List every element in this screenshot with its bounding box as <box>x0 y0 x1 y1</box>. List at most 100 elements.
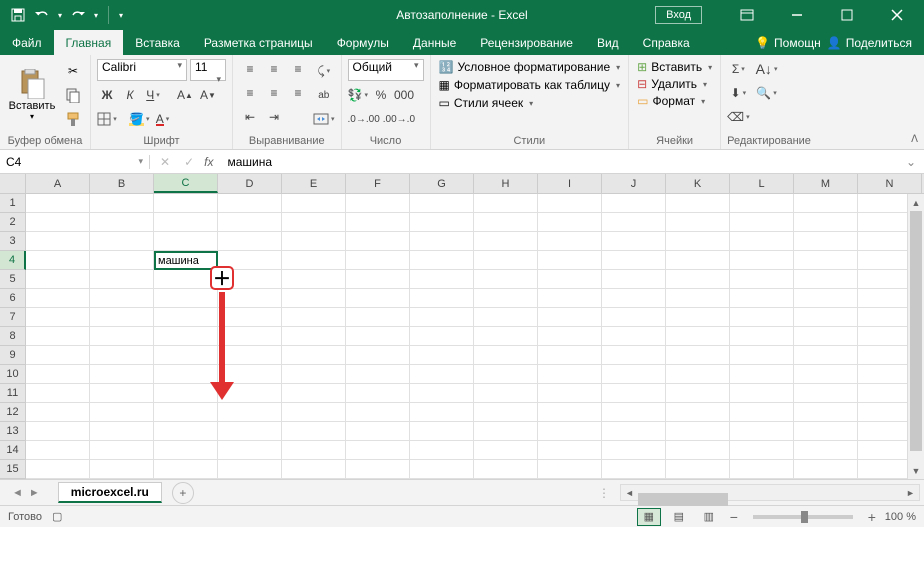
cell[interactable] <box>794 213 858 232</box>
row-header[interactable]: 11 <box>0 384 26 403</box>
cell[interactable] <box>346 289 410 308</box>
sheet-nav-prev-icon[interactable]: ◄ <box>12 487 23 499</box>
cell[interactable] <box>282 289 346 308</box>
tab-help[interactable]: Справка <box>631 30 702 55</box>
cell[interactable] <box>218 194 282 213</box>
row-header[interactable]: 13 <box>0 422 26 441</box>
zoom-slider[interactable] <box>753 515 853 519</box>
collapse-ribbon-icon[interactable]: ᐱ <box>911 134 918 145</box>
wrap-text-button[interactable]: ab <box>313 85 335 105</box>
select-all-corner[interactable] <box>0 174 26 193</box>
cell[interactable] <box>346 403 410 422</box>
enter-formula-icon[interactable]: ✓ <box>184 155 194 169</box>
expand-formula-bar-icon[interactable]: ⌄ <box>898 155 924 169</box>
name-box[interactable]: C4▾ <box>0 155 150 169</box>
row-header[interactable]: 14 <box>0 441 26 460</box>
find-select-icon[interactable]: 🔍 <box>756 83 776 103</box>
cell[interactable] <box>474 270 538 289</box>
cell[interactable] <box>602 384 666 403</box>
cell[interactable] <box>26 441 90 460</box>
maximize-icon[interactable] <box>824 0 870 30</box>
cell[interactable] <box>346 441 410 460</box>
fill-color-button[interactable]: 🪣 <box>129 109 149 129</box>
cell[interactable] <box>154 308 218 327</box>
share-button[interactable]: 👤Поделиться <box>827 36 912 50</box>
cell[interactable] <box>602 441 666 460</box>
tab-file[interactable]: Файл <box>0 30 54 55</box>
italic-button[interactable]: К <box>120 85 140 105</box>
cell[interactable] <box>282 213 346 232</box>
cell[interactable] <box>154 232 218 251</box>
cell[interactable] <box>794 308 858 327</box>
cell[interactable] <box>666 460 730 479</box>
cell[interactable] <box>794 270 858 289</box>
cell[interactable] <box>282 270 346 289</box>
align-middle-icon[interactable]: ≡ <box>263 59 285 79</box>
cell[interactable] <box>474 365 538 384</box>
cell[interactable] <box>666 422 730 441</box>
increase-indent-icon[interactable]: ⇥ <box>263 107 285 127</box>
column-header[interactable]: B <box>90 174 154 193</box>
cell[interactable] <box>282 327 346 346</box>
row-header[interactable]: 12 <box>0 403 26 422</box>
cell[interactable] <box>26 346 90 365</box>
column-header[interactable]: A <box>26 174 90 193</box>
cell[interactable] <box>26 422 90 441</box>
cell[interactable] <box>346 270 410 289</box>
cell[interactable] <box>602 213 666 232</box>
align-top-icon[interactable]: ≡ <box>239 59 261 79</box>
cell[interactable] <box>282 232 346 251</box>
align-right-icon[interactable]: ≡ <box>287 83 309 103</box>
tab-home[interactable]: Главная <box>54 30 124 55</box>
macro-record-icon[interactable]: ▢ <box>52 510 62 523</box>
undo-dropdown-icon[interactable]: ▾ <box>58 11 62 20</box>
cell[interactable] <box>410 213 474 232</box>
cell[interactable] <box>26 327 90 346</box>
cell[interactable] <box>90 194 154 213</box>
cell[interactable] <box>90 346 154 365</box>
copy-icon[interactable] <box>62 85 84 105</box>
cell[interactable] <box>90 365 154 384</box>
cell[interactable] <box>602 327 666 346</box>
cell[interactable] <box>730 403 794 422</box>
cell[interactable] <box>410 327 474 346</box>
increase-decimal-icon[interactable]: .0→.00 <box>348 109 380 129</box>
horizontal-scrollbar[interactable]: ◄ ► <box>620 484 920 501</box>
percent-format-icon[interactable]: % <box>371 85 391 105</box>
cell[interactable] <box>474 403 538 422</box>
underline-button[interactable]: Ч <box>143 85 163 105</box>
row-header[interactable]: 10 <box>0 365 26 384</box>
cell[interactable] <box>218 403 282 422</box>
cell[interactable] <box>538 251 602 270</box>
close-icon[interactable] <box>874 0 920 30</box>
cell[interactable] <box>474 384 538 403</box>
column-header[interactable]: J <box>602 174 666 193</box>
cell[interactable] <box>410 403 474 422</box>
cell[interactable] <box>90 289 154 308</box>
cell-styles-button[interactable]: ▭Стили ячеек▾ <box>437 95 623 111</box>
cell[interactable] <box>90 384 154 403</box>
cell[interactable] <box>474 194 538 213</box>
cell[interactable] <box>474 289 538 308</box>
cell[interactable] <box>282 365 346 384</box>
normal-view-icon[interactable]: ▦ <box>637 508 661 526</box>
cell[interactable] <box>794 422 858 441</box>
row-header[interactable]: 9 <box>0 346 26 365</box>
column-header[interactable]: K <box>666 174 730 193</box>
cell[interactable] <box>602 270 666 289</box>
cell[interactable] <box>730 422 794 441</box>
cell[interactable] <box>730 194 794 213</box>
scroll-right-icon[interactable]: ► <box>902 488 919 498</box>
cell[interactable] <box>154 289 218 308</box>
cell[interactable] <box>346 194 410 213</box>
align-left-icon[interactable]: ≡ <box>239 83 261 103</box>
decrease-font-icon[interactable]: A▼ <box>198 85 218 105</box>
cell[interactable] <box>538 308 602 327</box>
login-button[interactable]: Вход <box>655 6 702 24</box>
cell[interactable] <box>154 441 218 460</box>
cell[interactable] <box>26 213 90 232</box>
cancel-formula-icon[interactable]: ✕ <box>160 155 170 169</box>
tell-me-button[interactable]: 💡Помощн <box>755 36 821 50</box>
format-as-table-button[interactable]: ▦Форматировать как таблицу▾ <box>437 77 623 93</box>
redo-icon[interactable] <box>70 7 86 23</box>
